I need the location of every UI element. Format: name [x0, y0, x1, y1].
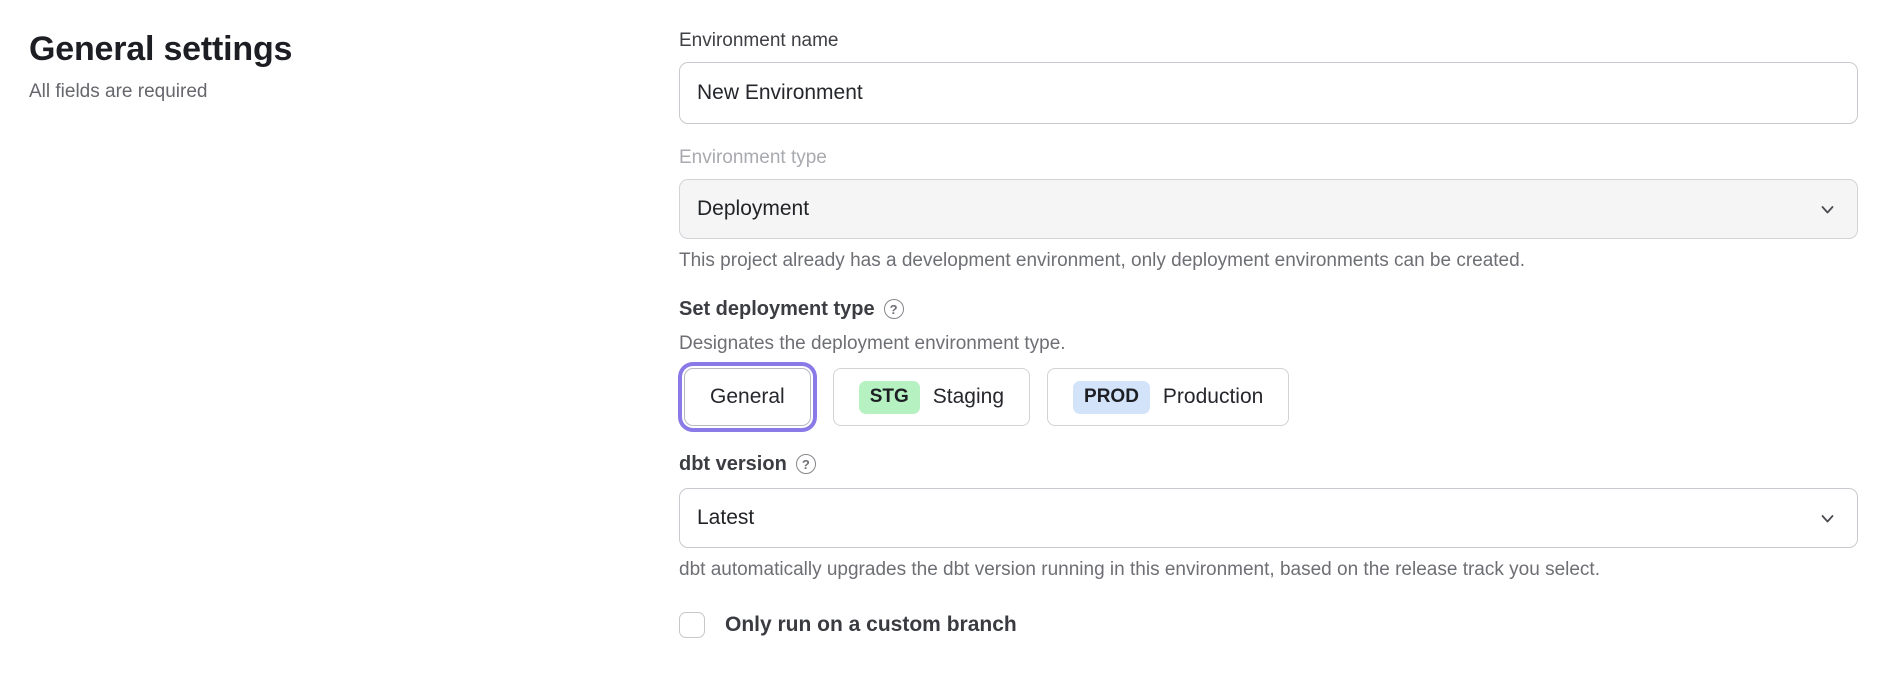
- environment-type-label: Environment type: [679, 147, 1858, 169]
- custom-branch-label: Only run on a custom branch: [725, 613, 1017, 637]
- help-icon[interactable]: ?: [884, 299, 904, 319]
- deployment-type-option-general-label: General: [710, 385, 785, 409]
- dbt-version-label-row: dbt version ?: [679, 453, 1858, 475]
- environment-name-label: Environment name: [679, 30, 1858, 52]
- deployment-type-option-production[interactable]: PROD Production: [1047, 368, 1289, 426]
- deployment-type-option-general[interactable]: General: [684, 368, 811, 426]
- stg-badge: STG: [859, 381, 920, 414]
- environment-name-input[interactable]: [679, 62, 1858, 124]
- prod-badge: PROD: [1073, 381, 1150, 414]
- deployment-type-label-row: Set deployment type ?: [679, 298, 1858, 320]
- dbt-version-label: dbt version: [679, 453, 787, 475]
- page-title: General settings: [29, 30, 292, 68]
- general-settings-form: Environment name Environment type Deploy…: [679, 30, 1858, 638]
- custom-branch-checkbox[interactable]: [679, 612, 705, 638]
- custom-branch-row: Only run on a custom branch: [679, 612, 1858, 638]
- dbt-version-helper: dbt automatically upgrades the dbt versi…: [679, 559, 1858, 581]
- deployment-type-option-staging-label: Staging: [933, 385, 1004, 409]
- environment-type-value: Deployment: [697, 197, 809, 221]
- dbt-version-select[interactable]: Latest: [679, 488, 1858, 548]
- deployment-type-option-production-label: Production: [1163, 385, 1263, 409]
- deployment-type-label: Set deployment type: [679, 298, 875, 320]
- deployment-type-helper: Designates the deployment environment ty…: [679, 333, 1858, 355]
- chevron-down-icon: [1818, 200, 1837, 219]
- environment-type-helper: This project already has a development e…: [679, 250, 1858, 272]
- page-header: General settings All fields are required: [29, 30, 292, 103]
- deployment-type-options: General STG Staging PROD Production: [679, 368, 1858, 426]
- dbt-version-value: Latest: [697, 506, 754, 530]
- environment-type-select[interactable]: Deployment: [679, 179, 1858, 239]
- deployment-type-option-staging[interactable]: STG Staging: [833, 368, 1030, 426]
- help-icon[interactable]: ?: [796, 454, 816, 474]
- chevron-down-icon: [1818, 509, 1837, 528]
- page-subtitle: All fields are required: [29, 81, 292, 103]
